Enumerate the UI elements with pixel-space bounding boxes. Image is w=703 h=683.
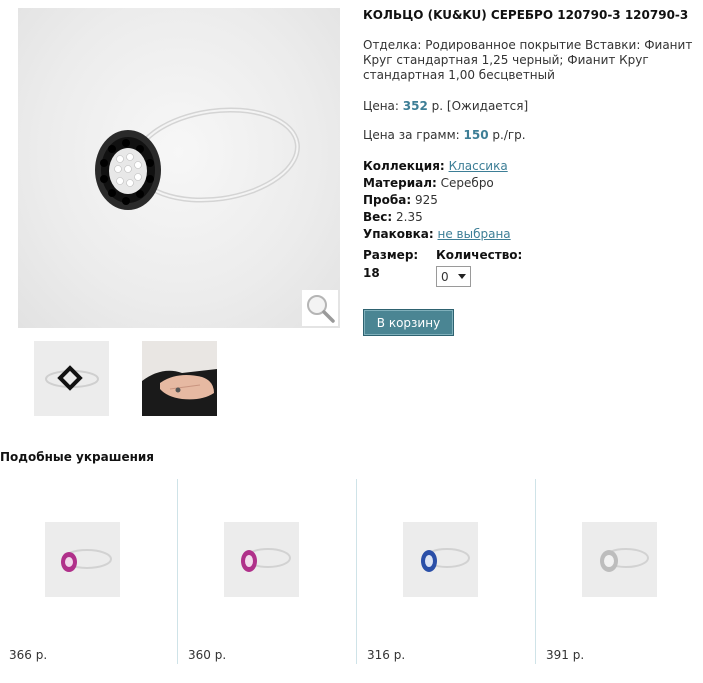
similar-item-image[interactable] xyxy=(582,522,657,597)
divider xyxy=(356,479,357,664)
price-row: Цена: 352 р. [Ожидается] xyxy=(363,99,698,114)
collection-label: Коллекция: xyxy=(363,159,445,173)
quantity-select[interactable]: 0 xyxy=(436,266,471,287)
material-row: Материал: Серебро xyxy=(363,175,698,192)
size-label: Размер: xyxy=(363,248,419,262)
package-link[interactable]: не выбрана xyxy=(438,227,511,241)
gram-price-suffix: р./гр. xyxy=(492,128,526,142)
product-properties: Коллекция: Классика Материал: Серебро Пр… xyxy=(363,158,698,243)
thumbnail-hand-photo[interactable] xyxy=(142,341,217,416)
add-to-cart-button[interactable]: В корзину xyxy=(363,309,454,336)
similar-item-price: 391 р. xyxy=(546,648,585,662)
similar-item[interactable]: 366 р. xyxy=(0,479,178,669)
similar-item[interactable]: 316 р. xyxy=(358,479,536,669)
divider xyxy=(535,479,536,664)
size-column: Размер: 18 xyxy=(363,248,418,280)
package-label: Упаковка: xyxy=(363,227,434,241)
size-value: 18 xyxy=(363,266,380,280)
probe-row: Проба: 925 xyxy=(363,192,698,209)
ring-image xyxy=(95,107,300,210)
quantity-column: Количество: 0 xyxy=(436,248,522,287)
collection-row: Коллекция: Классика xyxy=(363,158,698,175)
similar-item-image[interactable] xyxy=(224,522,299,597)
weight-row: Вес: 2.35 xyxy=(363,209,698,226)
similar-item-price: 366 р. xyxy=(9,648,48,662)
price-value: 352 xyxy=(402,99,428,113)
gram-price-label: Цена за грамм: xyxy=(363,128,460,142)
gram-price-value: 150 xyxy=(463,128,489,142)
probe-label: Проба: xyxy=(363,193,412,207)
gram-price-row: Цена за грамм: 150 р./гр. xyxy=(363,128,698,143)
similar-item-price: 360 р. xyxy=(188,648,227,662)
similar-item-image[interactable] xyxy=(403,522,478,597)
collection-link[interactable]: Классика xyxy=(449,159,508,173)
thumbnail-ring-photo[interactable] xyxy=(34,341,109,416)
quantity-value: 0 xyxy=(441,269,449,284)
similar-heading: Подобные украшения xyxy=(0,450,155,464)
divider xyxy=(177,479,178,664)
quantity-label: Количество: xyxy=(436,248,523,262)
probe-value: 925 xyxy=(414,193,438,207)
product-title: КОЛЬЦО (KU&KU) СЕРЕБРО 120790-3 120790-3 xyxy=(363,8,689,22)
weight-value: 2.35 xyxy=(396,210,423,224)
main-product-image[interactable] xyxy=(18,8,340,328)
product-description: Отделка: Родированное покрытие Вставки: … xyxy=(363,38,693,82)
similar-item[interactable]: 360 р. xyxy=(179,479,357,669)
price-label: Цена: xyxy=(363,99,399,113)
similar-item[interactable]: 391 р. xyxy=(537,479,703,669)
similar-item-image[interactable] xyxy=(45,522,120,597)
material-label: Материал: xyxy=(363,176,437,190)
chevron-down-icon xyxy=(458,274,466,279)
package-row: Упаковка: не выбрана xyxy=(363,226,698,243)
zoom-icon[interactable] xyxy=(302,290,338,326)
price-suffix: р. [Ожидается] xyxy=(431,99,529,113)
product-info: КОЛЬЦО (KU&KU) СЕРЕБРО 120790-3 120790-3… xyxy=(363,8,698,336)
material-value: Серебро xyxy=(440,176,494,190)
similar-item-price: 316 р. xyxy=(367,648,406,662)
weight-label: Вес: xyxy=(363,210,393,224)
